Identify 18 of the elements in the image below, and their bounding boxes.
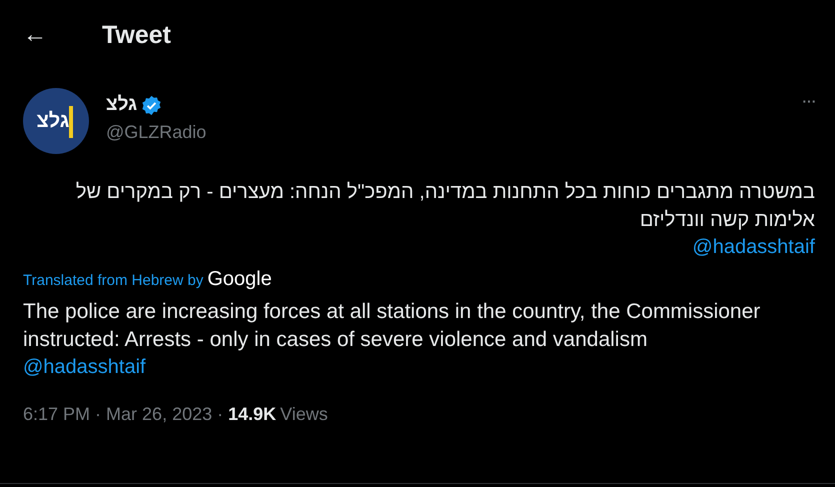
translation-link[interactable]: Translated from Hebrew by [23,272,204,289]
translated-text: The police are increasing forces at all stations in the country, the Commissioner instructed: Arrests - only in cases of severe violence and vandalism [23,299,762,353]
tweet-time[interactable]: 6:17 PM [23,404,90,424]
tweet-text: במשטרה מתגברים כוחות בכל התחנות במדינה, המפכ"ל הנחה: מעצרים - רק במקרים של אלימות קשה וונדליזם [74,180,815,233]
separator: · [95,404,102,424]
views-count: 14.9K [228,404,276,424]
author-name[interactable]: גלצ [106,94,138,116]
mention-link[interactable]: @hadasshtaif [23,234,815,261]
page-title: Tweet [102,20,171,50]
separator: · [217,404,224,424]
avatar[interactable]: גלצ [23,88,89,154]
back-button[interactable]: ← [23,21,102,49]
provider-name: Google [207,268,272,291]
more-button[interactable]: ··· [801,90,815,113]
tweet-date[interactable]: Mar 26, 2023 [106,404,212,424]
author-handle[interactable]: @GLZRadio [106,122,802,143]
mention-link[interactable]: @hadasshtaif [23,354,815,381]
views-label: Views [280,404,328,424]
